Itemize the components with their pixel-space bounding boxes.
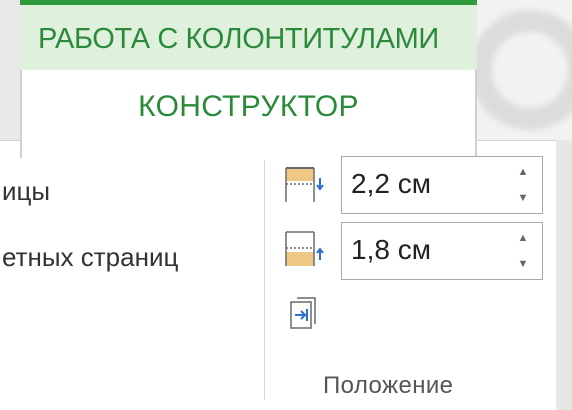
group-separator <box>264 160 265 400</box>
spin-up-icon[interactable]: ▲ <box>516 232 530 244</box>
option-label-odd-even-pages[interactable]: етных страниц <box>2 242 178 273</box>
tab-konstruktor[interactable]: КОНСТРУКТОР <box>20 70 477 158</box>
group-label-position: Положение <box>323 372 454 399</box>
footer-position-icon[interactable] <box>284 230 324 270</box>
option-label-first-page[interactable]: ицы <box>2 176 50 207</box>
background-ring-decoration <box>470 10 572 130</box>
footer-position-spinner[interactable]: 1,8 см ▲ ▼ <box>341 222 543 280</box>
contextual-tab-group: РАБОТА С КОЛОНТИТУЛАМИ <box>20 0 477 70</box>
header-position-value[interactable]: 2,2 см <box>351 168 431 200</box>
contextual-group-title: РАБОТА С КОЛОНТИТУЛАМИ <box>38 23 439 55</box>
spin-up-icon[interactable]: ▲ <box>516 166 530 178</box>
spin-down-icon[interactable]: ▼ <box>516 258 530 270</box>
header-position-icon[interactable] <box>284 166 324 206</box>
ribbon-right-edge <box>556 140 572 410</box>
header-position-spinner[interactable]: 2,2 см ▲ ▼ <box>341 156 543 214</box>
spin-down-icon[interactable]: ▼ <box>516 192 530 204</box>
insert-alignment-tab-icon[interactable] <box>289 296 319 332</box>
footer-position-value[interactable]: 1,8 см <box>351 234 431 266</box>
tab-label: КОНСТРУКТОР <box>138 90 359 123</box>
